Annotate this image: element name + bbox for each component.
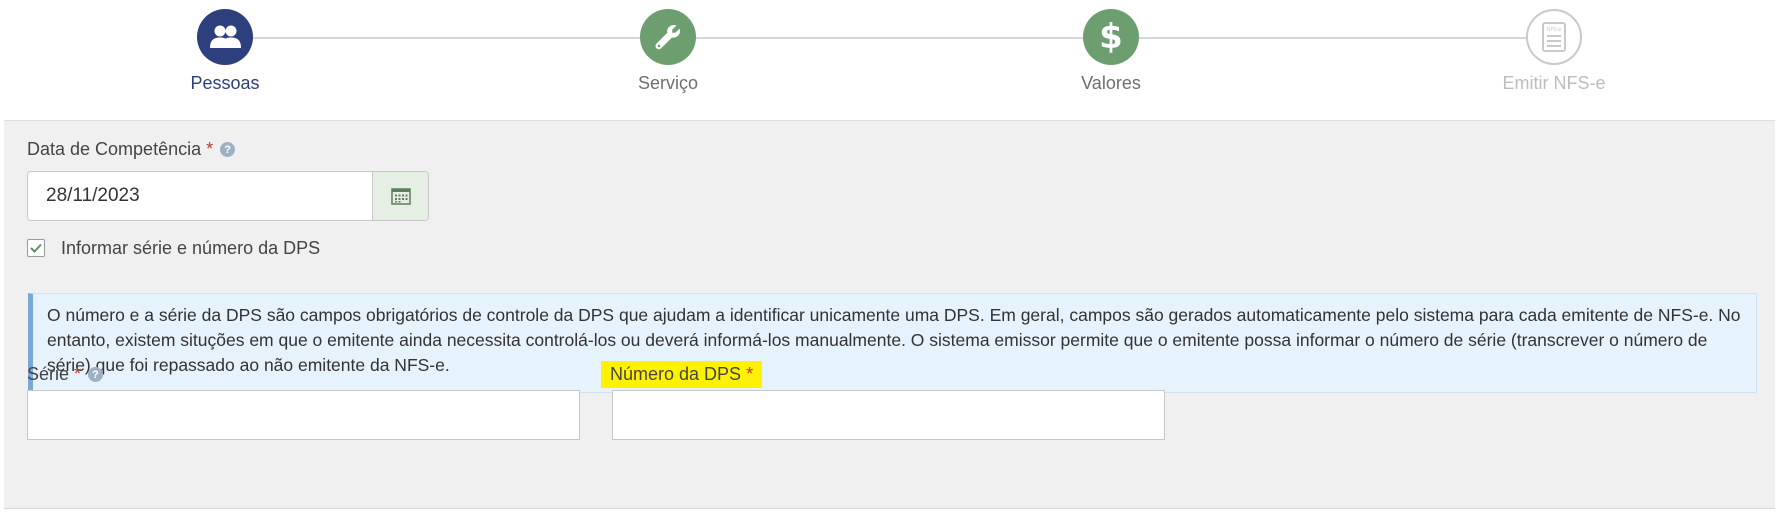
required-mark: * xyxy=(746,364,754,384)
panel-bottom-border xyxy=(4,508,1775,509)
numero-dps-label-highlight: Número da DPS * xyxy=(601,361,763,388)
dps-form-panel: Data de Competência * ? Informar série e… xyxy=(4,120,1775,509)
step-label: Pessoas xyxy=(190,73,260,93)
informar-serie-checkbox[interactable] xyxy=(27,239,45,257)
required-mark: * xyxy=(74,364,82,384)
calendar-icon xyxy=(391,188,411,205)
wizard-steps: Pessoas Serviço $ Valores NFS-e Emitir N… xyxy=(0,0,1777,120)
competencia-date-input[interactable] xyxy=(28,172,358,220)
competencia-date-group xyxy=(27,171,429,221)
informar-serie-label[interactable]: Informar série e número da DPS xyxy=(61,238,320,259)
check-icon xyxy=(30,243,42,253)
dollar-icon: $ xyxy=(1083,9,1139,65)
step-valores[interactable]: $ Valores xyxy=(1021,9,1201,94)
step-pessoas[interactable]: Pessoas xyxy=(135,9,315,94)
people-icon xyxy=(197,9,253,65)
required-mark: * xyxy=(206,139,214,159)
calendar-button[interactable] xyxy=(372,172,428,220)
step-label: Serviço xyxy=(637,73,699,93)
serie-label-text: Série xyxy=(27,364,70,384)
nfse-icon-text: NFS-e xyxy=(1547,27,1562,33)
competencia-label-text: Data de Competência xyxy=(27,139,202,159)
step-emitir-nfse: NFS-e Emitir NFS-e xyxy=(1464,9,1644,94)
competencia-label: Data de Competência * ? xyxy=(27,139,236,160)
wrench-icon xyxy=(640,9,696,65)
help-icon[interactable]: ? xyxy=(88,367,104,382)
numero-dps-label: Número da DPS * xyxy=(601,361,763,388)
step-servico[interactable]: Serviço xyxy=(578,9,758,94)
serie-input[interactable] xyxy=(27,390,580,440)
help-icon[interactable]: ? xyxy=(220,142,236,157)
wizard-progress-line xyxy=(226,37,1556,39)
step-label: Valores xyxy=(1081,73,1141,93)
numero-dps-input[interactable] xyxy=(612,390,1165,440)
numero-dps-label-text: Número da DPS xyxy=(610,364,742,384)
step-label: Emitir NFS-e xyxy=(1502,73,1606,93)
dps-info-alert: O número e a série da DPS são campos obr… xyxy=(28,293,1757,393)
nfse-document-icon: NFS-e xyxy=(1526,9,1582,65)
serie-label: Série * ? xyxy=(27,364,104,385)
